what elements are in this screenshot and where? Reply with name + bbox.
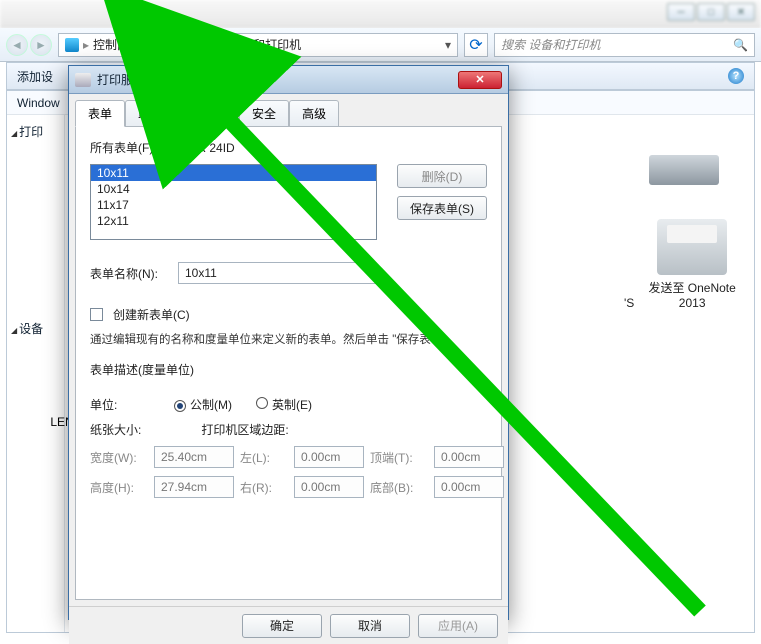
right-input[interactable]: 0.00cm bbox=[294, 476, 364, 498]
tab-body: 所有表单(F): USER 24ID 10x11 10x14 11x17 12x… bbox=[75, 126, 502, 600]
nav-bar: ◄ ► ▸ 控制面板 ▸ 硬件和声音 ▸ 设备和打印机 ▾ ⟳ 搜索 设备和打印… bbox=[0, 28, 761, 62]
close-button[interactable]: ✕ bbox=[727, 3, 755, 21]
list-item[interactable]: 10x14 bbox=[91, 181, 376, 197]
height-input[interactable]: 27.94cm bbox=[154, 476, 234, 498]
bottom-label: 底部(B): bbox=[370, 479, 428, 496]
device-printer-ps[interactable]: 'S 发送至 OneNote 2013 bbox=[624, 219, 744, 310]
minimize-button[interactable]: ─ bbox=[667, 3, 695, 21]
list-item[interactable]: 12x11 bbox=[91, 213, 376, 229]
chevron-right-icon: ▸ bbox=[145, 38, 151, 52]
tab-security[interactable]: 安全 bbox=[239, 100, 289, 126]
sidebar-group-printers[interactable]: ◢打印 bbox=[11, 123, 60, 140]
all-forms-value: USER 24ID bbox=[173, 141, 235, 155]
margins-label: 打印机区域边距: bbox=[201, 421, 288, 438]
tab-ports[interactable]: 端口 bbox=[125, 100, 175, 126]
search-icon: 🔍 bbox=[733, 38, 748, 52]
left-label: 左(L): bbox=[240, 449, 288, 466]
left-input[interactable]: 0.00cm bbox=[294, 446, 364, 468]
nav-back-forward: ◄ ► bbox=[6, 34, 52, 56]
forms-listbox[interactable]: 10x11 10x14 11x17 12x11 bbox=[90, 164, 377, 240]
dialog-titlebar[interactable]: 打印服务器 属性 ✕ bbox=[69, 66, 508, 94]
height-label: 高度(H): bbox=[90, 479, 148, 496]
printer-server-icon bbox=[75, 73, 91, 87]
radio-metric[interactable]: 公制(M) bbox=[174, 396, 232, 413]
form-name-label: 表单名称(N): bbox=[90, 265, 168, 282]
add-device-button[interactable]: 添加设 bbox=[17, 68, 53, 85]
top-label: 顶端(T): bbox=[370, 449, 428, 466]
list-item[interactable]: 11x17 bbox=[91, 197, 376, 213]
tab-advanced[interactable]: 高级 bbox=[289, 100, 339, 126]
dialog-footer: 确定 取消 应用(A) bbox=[69, 606, 508, 644]
bottom-input[interactable]: 0.00cm bbox=[434, 476, 504, 498]
back-button[interactable]: ◄ bbox=[6, 34, 28, 56]
form-name-input[interactable]: 10x11 bbox=[178, 262, 376, 284]
unit-label: 单位: bbox=[90, 396, 150, 413]
tabstrip: 表单 端口 驱 安全 高级 bbox=[75, 100, 502, 126]
paper-size-label: 纸张大小: bbox=[90, 421, 141, 438]
breadcrumb-seg-3[interactable]: 设备和打印机 bbox=[229, 36, 301, 53]
device-scanner[interactable] bbox=[624, 135, 744, 189]
chevron-down-icon[interactable]: ▾ bbox=[445, 38, 451, 52]
delete-button[interactable]: 删除(D) bbox=[397, 164, 487, 188]
width-label: 宽度(W): bbox=[90, 449, 148, 466]
list-item[interactable]: 10x11 bbox=[91, 165, 376, 181]
tab-hidden[interactable] bbox=[213, 100, 239, 126]
top-input[interactable]: 0.00cm bbox=[434, 446, 504, 468]
breadcrumb-seg-1[interactable]: 控制面板 bbox=[93, 36, 141, 53]
dialog-close-button[interactable]: ✕ bbox=[458, 71, 502, 89]
forward-button[interactable]: ► bbox=[30, 34, 52, 56]
tab-drivers[interactable]: 驱 bbox=[175, 100, 213, 126]
breadcrumb[interactable]: ▸ 控制面板 ▸ 硬件和声音 ▸ 设备和打印机 ▾ bbox=[58, 33, 458, 57]
apply-button[interactable]: 应用(A) bbox=[418, 614, 498, 638]
search-input[interactable]: 搜索 设备和打印机 🔍 bbox=[494, 33, 755, 57]
radio-imperial[interactable]: 英制(E) bbox=[256, 396, 312, 413]
chevron-right-icon: ▸ bbox=[83, 38, 89, 52]
dialog-title: 打印服务器 属性 bbox=[97, 71, 184, 88]
sidebar-group-devices[interactable]: ◢设备 bbox=[11, 320, 60, 337]
breadcrumb-seg-2[interactable]: 硬件和声音 bbox=[155, 36, 215, 53]
create-new-form-checkbox[interactable] bbox=[90, 308, 103, 321]
tab-forms[interactable]: 表单 bbox=[75, 100, 125, 127]
right-label: 右(R): bbox=[240, 479, 288, 496]
maximize-button[interactable]: □ bbox=[697, 3, 725, 21]
help-text: 通过编辑现有的名称和度量单位来定义新的表单。然后单击 "保存表单"。 bbox=[90, 331, 487, 349]
all-forms-label: 所有表单(F): bbox=[90, 139, 157, 156]
chevron-right-icon: ▸ bbox=[219, 38, 225, 52]
create-new-form-label: 创建新表单(C) bbox=[113, 306, 190, 323]
form-desc-label: 表单描述(度量单位) bbox=[90, 361, 487, 378]
help-icon[interactable]: ? bbox=[728, 68, 744, 84]
print-server-properties-dialog: 打印服务器 属性 ✕ 表单 端口 驱 安全 高级 所有表单(F): USER 2… bbox=[68, 65, 509, 620]
search-placeholder: 搜索 设备和打印机 bbox=[501, 36, 600, 53]
cancel-button[interactable]: 取消 bbox=[330, 614, 410, 638]
window-titlebar: ─ □ ✕ bbox=[0, 0, 761, 28]
printer-icon bbox=[657, 219, 727, 275]
save-form-button[interactable]: 保存表单(S) bbox=[397, 196, 487, 220]
scanner-icon bbox=[649, 155, 719, 185]
control-panel-icon bbox=[65, 38, 79, 52]
ok-button[interactable]: 确定 bbox=[242, 614, 322, 638]
width-input[interactable]: 25.40cm bbox=[154, 446, 234, 468]
refresh-button[interactable]: ⟳ bbox=[464, 33, 488, 57]
